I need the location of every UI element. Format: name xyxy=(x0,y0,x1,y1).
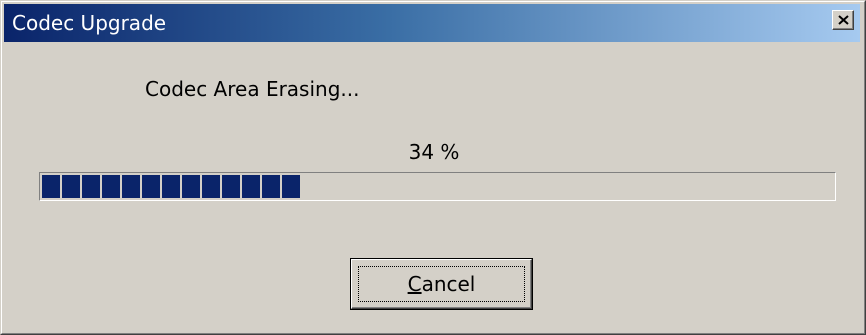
progress-block xyxy=(142,175,160,198)
close-icon xyxy=(838,15,849,25)
status-message: Codec Area Erasing... xyxy=(145,77,360,101)
cancel-button[interactable]: Cancel xyxy=(350,258,533,310)
progress-block xyxy=(202,175,220,198)
progress-block xyxy=(282,175,300,198)
progress-fill xyxy=(42,175,300,198)
progress-block xyxy=(162,175,180,198)
progress-block xyxy=(122,175,140,198)
progress-block xyxy=(42,175,60,198)
cancel-button-label: Cancel xyxy=(351,271,532,297)
progress-block xyxy=(242,175,260,198)
close-button[interactable] xyxy=(832,10,854,30)
codec-upgrade-dialog: Codec Upgrade Codec Area Erasing... 34 %… xyxy=(0,0,866,335)
cancel-label-rest: ancel xyxy=(421,272,476,296)
cancel-mnemonic: C xyxy=(407,272,422,296)
progress-bar xyxy=(39,172,836,201)
progress-block xyxy=(262,175,280,198)
progress-block xyxy=(182,175,200,198)
progress-block xyxy=(102,175,120,198)
progress-percent-label: 34 % xyxy=(408,140,460,164)
window-title: Codec Upgrade xyxy=(12,11,167,35)
progress-block xyxy=(82,175,100,198)
progress-block xyxy=(62,175,80,198)
progress-block xyxy=(222,175,240,198)
title-bar[interactable]: Codec Upgrade xyxy=(4,4,860,42)
